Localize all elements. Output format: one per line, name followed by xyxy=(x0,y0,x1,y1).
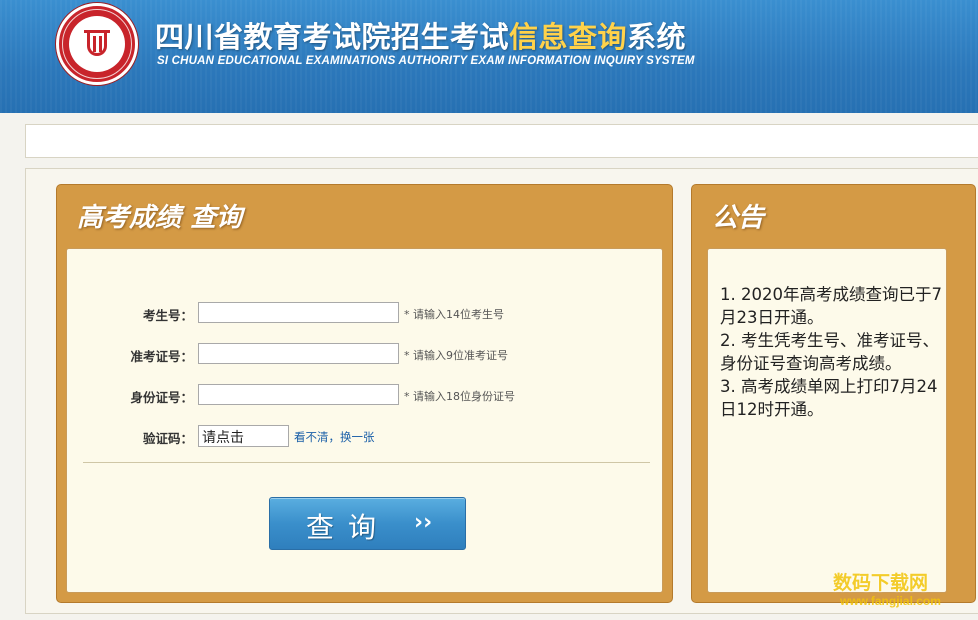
title-highlight: 信息查询 xyxy=(509,20,628,54)
watermark-url: www.fangjial.com xyxy=(840,594,941,608)
notice-item: 2. 考生凭考生号、准考证号、身份证号查询高考成绩。 xyxy=(720,331,939,373)
score-query-panel: 高考成绩 查询 考生号： * 请输入14位考生号 准考证号： * 请输入9位准考… xyxy=(56,184,673,603)
site-header: 四川省教育考试院招生考试信息查询系统 SI CHUAN EDUCATIONAL … xyxy=(0,0,978,113)
notice-panel: 公告 1. 2020年高考成绩查询已于7月23日开通。 2. 考生凭考生号、准考… xyxy=(691,184,976,603)
form-divider xyxy=(83,462,650,463)
captcha-label: 验证码： xyxy=(142,431,193,446)
site-subtitle: SI CHUAN EDUCATIONAL EXAMINATIONS AUTHOR… xyxy=(157,55,695,67)
notice-list: 1. 2020年高考成绩查询已于7月23日开通。 2. 考生凭考生号、准考证号、… xyxy=(720,283,942,421)
admission-ticket-label: 准考证号： xyxy=(130,349,193,364)
exam-number-input[interactable] xyxy=(198,302,399,323)
query-form: 考生号： * 请输入14位考生号 准考证号： * 请输入9位准考证号 身份证号：… xyxy=(66,248,663,593)
captcha-refresh-link[interactable]: 看不清，换一张 xyxy=(294,429,375,445)
notice-item: 3. 高考成绩单网上打印7月24日12时开通。 xyxy=(720,377,938,419)
id-number-hint: * 请输入18位身份证号 xyxy=(404,390,515,403)
exam-number-label: 考生号： xyxy=(142,308,193,323)
id-number-input[interactable] xyxy=(198,384,399,405)
form-row-id-number: 身份证号： * 请输入18位身份证号 xyxy=(67,384,664,406)
double-chevron-right-icon: ›› xyxy=(414,510,433,535)
admission-ticket-hint: * 请输入9位准考证号 xyxy=(404,349,508,362)
site-title: 四川省教育考试院招生考试信息查询系统 xyxy=(155,20,687,54)
id-number-label: 身份证号： xyxy=(130,390,193,405)
form-row-captcha: 验证码： 请点击 看不清，换一张 xyxy=(67,425,664,447)
admission-ticket-input[interactable] xyxy=(198,343,399,364)
exam-number-hint: * 请输入14位考生号 xyxy=(404,308,504,321)
captcha-image[interactable]: 请点击 xyxy=(198,425,289,447)
form-row-admission-ticket: 准考证号： * 请输入9位准考证号 xyxy=(67,343,664,365)
notice-item: 1. 2020年高考成绩查询已于7月23日开通。 xyxy=(720,285,942,327)
seal-logo-icon xyxy=(56,3,138,85)
form-row-exam-number: 考生号： * 请输入14位考生号 xyxy=(67,302,664,324)
notice-body: 1. 2020年高考成绩查询已于7月23日开通。 2. 考生凭考生号、准考证号、… xyxy=(707,248,947,593)
submit-label: 查询 xyxy=(306,511,391,544)
query-panel-title: 高考成绩 查询 xyxy=(77,203,243,233)
query-submit-button[interactable]: 查询 ›› xyxy=(269,497,466,550)
notice-panel-title: 公告 xyxy=(712,203,765,233)
nav-bar xyxy=(25,124,978,158)
watermark-text: 数码下载网 xyxy=(833,572,929,594)
